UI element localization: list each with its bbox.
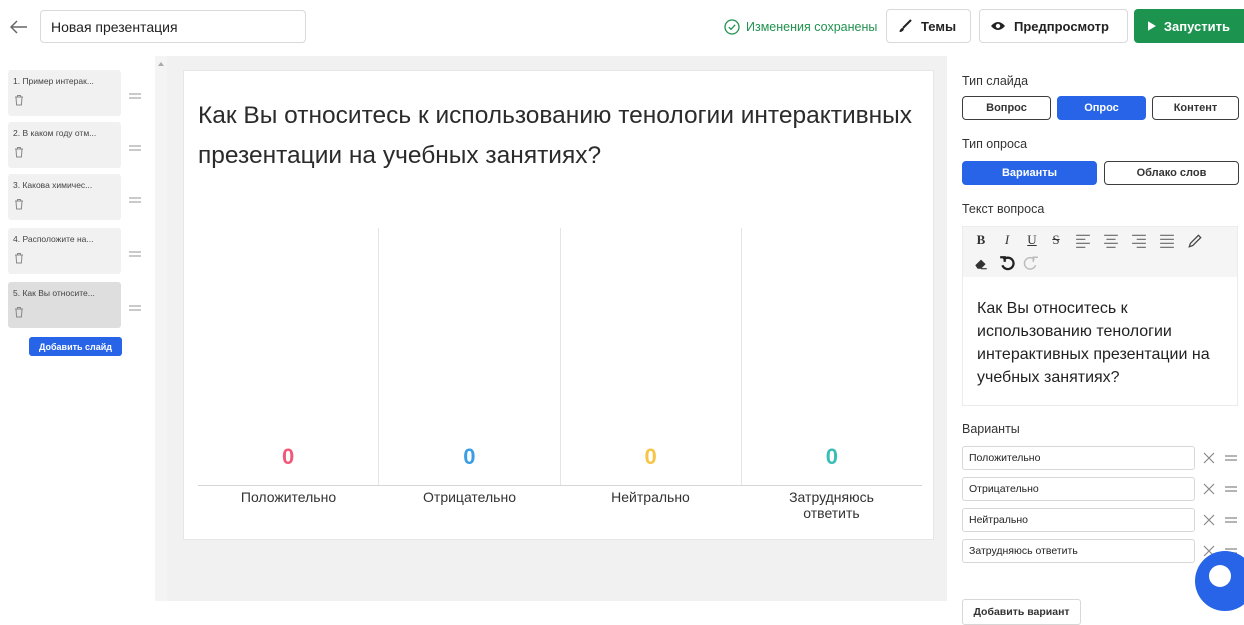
slide-thumbnail-label: 4. Расположите на... [13,234,94,244]
drag-handle-icon[interactable] [129,91,141,101]
slide-thumbnail-label: 1. Пример интерак... [13,76,94,86]
back-arrow-icon[interactable] [8,16,30,38]
chart-category-label: Затрудняюсь ответить [789,489,874,521]
saved-status: Изменения сохранены [724,12,877,42]
slide-type-poll-button[interactable]: Опрос [1057,96,1146,120]
question-text-editor[interactable]: B I U S Как Вы относитесь к использовани… [962,226,1238,406]
close-icon[interactable] [1203,452,1215,464]
chart-column: 0 [559,228,741,486]
drag-handle-icon[interactable] [129,249,141,259]
slide-thumbnail-3[interactable]: 3. Какова химичес... [8,174,121,220]
chart-column: 0 [198,228,378,486]
run-button[interactable]: Запустить [1134,9,1244,43]
poll-type-heading: Тип опроса [962,137,1028,151]
sidebar-scrollbar[interactable] [155,56,167,601]
strikethrough-icon[interactable]: S [1048,232,1064,248]
chart-axis-line [198,485,922,486]
option-input-4[interactable] [962,539,1195,563]
option-input-3[interactable] [962,508,1195,532]
chart-column: 0 [378,228,559,486]
slide-preview: Как Вы относитесь к использованию теноло… [183,70,934,540]
trash-icon[interactable] [14,198,24,210]
italic-icon[interactable]: I [999,232,1015,248]
slide-question-text: Как Вы относитесь к использованию теноло… [198,102,913,169]
slide-thumbnail-5[interactable]: 5. Как Вы относите... [8,282,121,328]
check-circle-icon [724,19,740,35]
slide-thumbnail-4[interactable]: 4. Расположите на... [8,228,121,274]
presentation-title-input[interactable] [40,10,306,43]
play-icon [1148,21,1156,31]
chat-bubble-icon [1209,565,1231,587]
drag-handle-icon[interactable] [129,143,141,153]
chart-category-label: Отрицательно [423,489,516,505]
slide-thumbnail-label: 3. Какова химичес... [13,180,93,190]
trash-icon[interactable] [14,146,24,158]
add-option-button[interactable]: Добавить вариант [962,599,1081,625]
bold-icon[interactable]: B [973,232,989,248]
top-bar: Изменения сохранены Темы Предпросмотр За… [0,0,1244,56]
chart-category-labels: Положительно Отрицательно Нейтрально Затруд… [198,489,922,521]
align-right-icon[interactable] [1131,233,1147,249]
saved-status-text: Изменения сохранены [746,20,878,34]
drag-handle-icon[interactable] [129,303,141,313]
options-heading: Варианты [962,422,1020,436]
close-icon[interactable] [1203,514,1215,526]
poll-type-wordcloud-button[interactable]: Облако слов [1104,161,1239,185]
chart-value-label: 0 [825,444,838,469]
themes-button[interactable]: Темы [886,9,971,43]
add-slide-button[interactable]: Добавить слайд [29,337,122,356]
eraser-icon[interactable] [973,255,989,271]
run-label: Запустить [1163,18,1230,34]
slide-thumbnail-label: 5. Как Вы относите... [13,288,95,298]
trash-icon[interactable] [14,306,24,318]
drag-handle-icon[interactable] [1225,515,1237,525]
slides-sidebar: 1. Пример интерак... 2. В каком году отм… [0,56,155,601]
slide-canvas-area: Как Вы относитесь к использованию теноло… [167,56,947,601]
settings-panel: Тип слайда Вопрос Опрос Контент Тип опро… [947,56,1244,625]
slide-thumbnail-2[interactable]: 2. В каком году отм... [8,122,121,168]
preview-button[interactable]: Предпросмотр [979,9,1128,43]
editor-toolbar: B I U S [963,227,1237,277]
option-input-2[interactable] [962,477,1195,501]
eye-icon [991,22,1005,30]
drag-handle-icon[interactable] [1225,453,1237,463]
scroll-up-icon[interactable] [158,62,164,66]
undo-icon[interactable] [999,255,1015,271]
themes-label: Темы [921,18,957,34]
chart-value-label: 0 [282,444,295,469]
slide-type-question-button[interactable]: Вопрос [962,96,1051,120]
align-center-icon[interactable] [1103,233,1119,249]
question-text-content[interactable]: Как Вы относитесь к использованию теноло… [977,297,1227,389]
close-icon[interactable] [1203,483,1215,495]
brush-icon [899,19,912,32]
slide-type-content-button[interactable]: Контент [1152,96,1239,120]
drag-handle-icon[interactable] [1225,484,1237,494]
poll-results-chart: 0 0 0 0 [198,228,922,486]
preview-label: Предпросмотр [1014,18,1109,34]
chart-category-label: Нейтрально [611,489,690,505]
pencil-icon[interactable] [1187,233,1203,249]
trash-icon[interactable] [14,94,24,106]
drag-handle-icon[interactable] [129,195,141,205]
slide-thumbnail-1[interactable]: 1. Пример интерак... [8,70,121,116]
chart-value-label: 0 [463,444,476,469]
align-left-icon[interactable] [1075,233,1091,249]
align-justify-icon[interactable] [1159,233,1175,249]
chart-category-label: Положительно [240,489,337,505]
option-input-1[interactable] [962,446,1195,470]
poll-type-options-button[interactable]: Варианты [962,161,1097,185]
chart-value-label: 0 [644,444,657,469]
slide-type-heading: Тип слайда [962,74,1029,88]
chat-widget-button[interactable] [1195,551,1244,611]
question-text-heading: Текст вопроса [962,202,1045,216]
chart-column: 0 [740,228,922,486]
underline-icon[interactable]: U [1024,232,1040,248]
trash-icon[interactable] [14,252,24,264]
slide-thumbnail-label: 2. В каком году отм... [13,128,97,138]
redo-icon[interactable] [1023,255,1039,271]
